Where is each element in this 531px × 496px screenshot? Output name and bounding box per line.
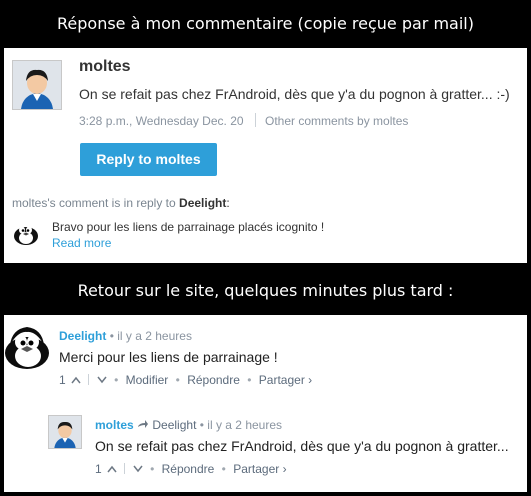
reply-button[interactable]: Reply to moltes [80, 143, 217, 176]
reply-context-suffix: : [226, 196, 230, 210]
comment1-text: Merci pour les liens de parrainage ! [59, 349, 278, 365]
read-more-link[interactable]: Read more [52, 236, 111, 250]
comment2-header: moltes Deelight • il y a 2 heures [95, 418, 282, 432]
reply-context-target[interactable]: Deelight [179, 196, 226, 210]
comment2-text: On se refait pas chez FrAndroid, dès que… [95, 438, 509, 454]
comment2-time[interactable]: il y a 2 heures [207, 418, 282, 432]
penguin-icon [5, 327, 49, 369]
upvote-icon[interactable] [71, 373, 84, 387]
comment1-reply-link[interactable]: Répondre [187, 373, 240, 387]
downvote-icon[interactable] [97, 373, 110, 387]
vote-divider [88, 374, 90, 385]
reply-context-prefix: moltes's comment is in reply to [12, 196, 176, 210]
comment1-actions: 1 • Modifier • Répondre • Partager › [59, 373, 312, 387]
caption-bottom: Retour sur le site, quelques minutes plu… [77, 281, 454, 300]
vote-divider [124, 463, 126, 474]
separator-dot: • [221, 462, 226, 476]
separator-dot: • [247, 373, 252, 387]
separator-dot: • [199, 418, 204, 432]
separator-dot: • [109, 329, 114, 343]
reply-arrow-icon [137, 418, 152, 432]
separator-dot: • [150, 462, 155, 476]
email-message: On se refait pas chez FrAndroid, dès que… [79, 86, 510, 102]
separator-dot: • [175, 373, 180, 387]
deelight-avatar-small [12, 219, 40, 247]
comment1-header: Deelight • il y a 2 heures [59, 329, 192, 343]
email-panel: moltes On se refait pas chez FrAndroid, … [4, 48, 527, 263]
comment2-actions: 1 • Répondre • Partager › [95, 462, 287, 476]
meta-divider [255, 113, 256, 127]
deelight-avatar[interactable] [4, 323, 50, 371]
downvote-icon[interactable] [133, 462, 146, 476]
reply-context: moltes's comment is in reply to Deelight… [12, 196, 230, 210]
penguin-icon [14, 226, 38, 245]
separator-dot: • [114, 373, 119, 387]
comment2-vote-count: 1 [95, 462, 102, 476]
email-author[interactable]: moltes [79, 58, 131, 76]
user-avatar-icon [49, 416, 81, 448]
email-timestamp: 3:28 p.m., Wednesday Dec. 20 [79, 114, 244, 128]
comment2-reply-to[interactable]: Deelight [152, 418, 196, 432]
comment2-reply-link[interactable]: Répondre [162, 462, 215, 476]
comment1-author[interactable]: Deelight [59, 329, 106, 343]
moltes-avatar-small[interactable] [48, 415, 82, 449]
user-avatar-icon [13, 61, 61, 109]
comment2-share-link[interactable]: Partager › [233, 462, 286, 476]
comment1-vote-count: 1 [59, 373, 66, 387]
upvote-icon[interactable] [107, 462, 120, 476]
other-comments-link[interactable]: Other comments by moltes [265, 114, 408, 128]
quoted-text: Bravo pour les liens de parrainage placé… [52, 220, 325, 234]
site-panel: Deelight • il y a 2 heures Merci pour le… [4, 315, 527, 492]
comment2-author[interactable]: moltes [95, 418, 134, 432]
caption-top: Réponse à mon commentaire (copie reçue p… [57, 14, 474, 33]
comment1-share-link[interactable]: Partager › [259, 373, 312, 387]
comment1-modify-link[interactable]: Modifier [126, 373, 169, 387]
moltes-avatar [12, 60, 62, 110]
comment1-time[interactable]: il y a 2 heures [117, 329, 192, 343]
